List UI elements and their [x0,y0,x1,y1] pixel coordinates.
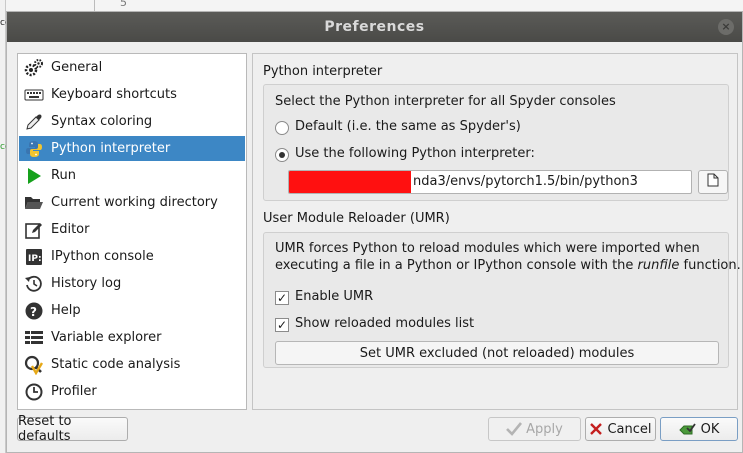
show-reloaded-modules-label[interactable]: Show reloaded modules list [295,316,474,331]
sidebar-item-editor[interactable]: Editor [19,217,245,242]
cancel-button[interactable]: Cancel [585,417,656,441]
runfile-emphasis: runfile [637,258,680,273]
settings-panel: Python interpreter Select the Python int… [252,53,741,410]
python-interpreter-section-title: Python interpreter [263,64,383,79]
show-reloaded-modules-checkbox[interactable]: ✓ [275,318,289,332]
python-interpreter-group: Select the Python interpreter for all Sp… [263,84,729,201]
sidebar-item-history-log[interactable]: History log [19,271,245,296]
check-icon [506,422,523,436]
ok-button-label: OK [700,421,720,437]
browse-button[interactable] [698,170,728,194]
sidebar-item-help[interactable]: ? Help [19,298,245,323]
sidebar-item-label: History log [51,276,122,291]
umr-section-title: User Module Reloader (UMR) [263,211,450,226]
history-icon [23,273,45,295]
default-interpreter-radio[interactable] [275,121,289,135]
default-interpreter-label[interactable]: Default (i.e. the same as Spyder's) [295,119,521,134]
play-icon [23,165,45,187]
sidebar-item-label: Variable explorer [51,330,162,345]
sidebar-item-label: Syntax coloring [51,114,153,129]
close-button[interactable]: × [718,19,734,35]
svg-text:IP:: IP: [28,254,42,264]
sidebar-item-current-working-directory[interactable]: Current working directory [19,190,245,215]
custom-interpreter-label[interactable]: Use the following Python interpreter: [295,146,535,161]
svg-text:?: ? [30,305,37,319]
folder-open-icon [23,192,45,214]
enable-umr-label[interactable]: Enable UMR [295,289,373,304]
interpreter-path-input[interactable]: nda3/envs/pytorch1.5/bin/python3 [288,170,692,194]
apply-button[interactable]: Apply [488,417,581,441]
sidebar-item-general[interactable]: General [19,55,245,80]
sidebar-item-profiler[interactable]: Profiler [19,379,245,404]
background-line-number: 5 [120,0,127,9]
sidebar-item-label: Static code analysis [51,357,181,372]
interpreter-description: Select the Python interpreter for all Sp… [275,94,616,109]
sidebar-item-variable-explorer[interactable]: Variable explorer [19,325,245,350]
window-title: Preferences [324,19,425,35]
apply-button-label: Apply [526,421,563,437]
clock-icon [23,381,45,403]
gears-icon [23,57,45,79]
sidebar-item-label: Run [51,168,76,183]
enable-umr-checkbox[interactable]: ✓ [275,291,289,305]
sidebar-item-label: Keyboard shortcuts [51,87,177,102]
keyboard-icon [23,84,45,106]
sidebar-item-python-interpreter[interactable]: Python interpreter [19,136,245,161]
ok-icon [678,422,697,436]
sidebar-item-label: Help [51,303,81,318]
edit-icon [23,219,45,241]
custom-interpreter-radio[interactable] [275,148,289,162]
help-icon: ? [23,300,45,322]
umr-description-line1: UMR forces Python to reload modules whic… [275,241,700,256]
ok-button[interactable]: OK [660,417,738,441]
sidebar-item-label: Editor [51,222,90,237]
umr-description-text: executing a file in a Python or IPython … [275,258,638,273]
sidebar-item-keyboard-shortcuts[interactable]: Keyboard shortcuts [19,82,245,107]
preferences-dialog: Preferences × General Keyboard shortcuts… [6,11,743,453]
category-list: General Keyboard shortcuts Syntax colori… [17,53,247,410]
sidebar-item-label: Python interpreter [51,141,171,156]
redaction-block [289,171,411,193]
title-bar[interactable]: Preferences × [7,12,742,42]
umr-group: UMR forces Python to reload modules whic… [263,232,741,368]
cancel-button-label: Cancel [607,421,652,437]
sidebar-item-static-code-analysis[interactable]: Static code analysis [19,352,245,377]
sidebar-item-syntax-coloring[interactable]: Syntax coloring [19,109,245,134]
sidebar-item-label: Profiler [51,384,97,399]
eyedropper-icon [23,111,45,133]
reset-to-defaults-button[interactable]: Reset to defaults [17,414,128,444]
python-logo-icon [23,138,45,160]
interpreter-path-value: nda3/envs/pytorch1.5/bin/python3 [413,174,638,189]
sidebar-item-ipython-console[interactable]: IP: IPython console [19,244,245,269]
reset-button-label: Reset to defaults [18,414,72,444]
umr-description-text-end: function. [679,258,741,273]
sidebar-item-label: Current working directory [51,195,218,210]
set-umr-excluded-modules-button[interactable]: Set UMR excluded (not reloaded) modules [275,341,719,365]
sidebar-item-label: General [51,60,103,75]
table-list-icon [23,327,45,349]
sidebar-item-label: IPython console [51,249,154,264]
sidebar-item-run[interactable]: Run [19,163,245,188]
ipython-icon: IP: [23,246,45,268]
file-icon [707,173,719,191]
code-analysis-icon [23,354,45,376]
umr-description-line2: executing a file in a Python or IPython … [275,258,741,273]
cancel-icon [589,422,603,436]
